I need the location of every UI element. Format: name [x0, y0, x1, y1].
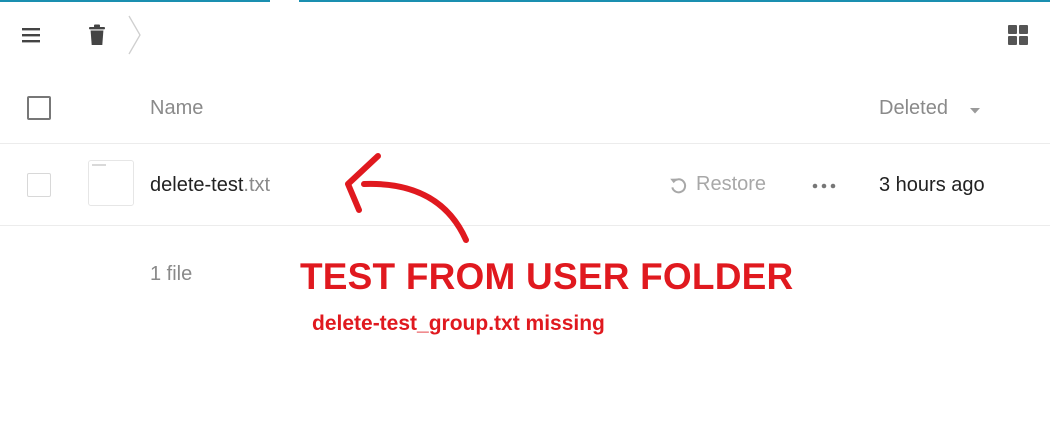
file-basename: delete-test	[150, 174, 244, 196]
table-header: Name Deleted	[0, 70, 1050, 144]
file-extension: .txt	[243, 174, 271, 196]
restore-button[interactable]: Restore	[668, 173, 766, 196]
column-header-name[interactable]: Name	[150, 97, 203, 120]
select-all-checkbox[interactable]	[27, 96, 51, 120]
restore-icon	[670, 177, 687, 193]
trash-icon[interactable]	[80, 19, 114, 51]
file-name[interactable]: delete-test.txt	[150, 174, 270, 197]
toolbar	[0, 0, 1050, 70]
annotation-title: TEST FROM USER FOLDER	[300, 256, 794, 297]
file-count-summary: 1 file	[150, 263, 193, 285]
more-options-icon[interactable]	[810, 174, 838, 198]
grid-view-icon[interactable]	[1001, 19, 1035, 51]
annotation-arrow	[345, 153, 469, 243]
hamburger-menu-icon[interactable]	[14, 19, 48, 51]
caret-down-icon[interactable]	[969, 107, 981, 115]
column-header-deleted[interactable]: Deleted	[879, 97, 948, 120]
breadcrumb-separator-icon	[128, 15, 141, 55]
annotation-subtitle: delete-test_group.txt missing	[312, 312, 605, 335]
restore-label: Restore	[696, 173, 767, 195]
file-thumbnail	[88, 160, 134, 206]
row-checkbox[interactable]	[27, 173, 51, 197]
deleted-time: 3 hours ago	[879, 174, 985, 196]
table-row[interactable]: delete-test.txt Restore 3 hours ago	[0, 144, 1050, 226]
